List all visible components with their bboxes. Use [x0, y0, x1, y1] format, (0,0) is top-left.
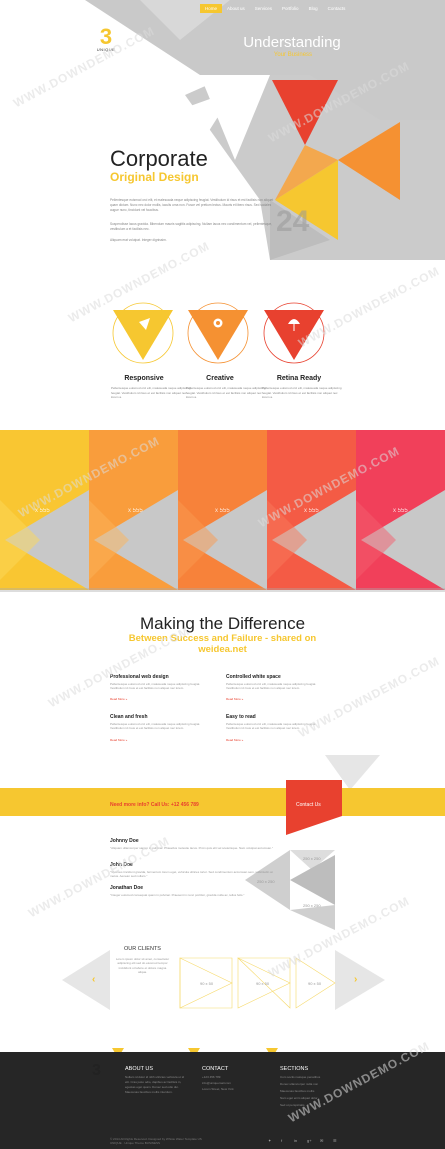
testimonial-text: "Vivamus tincidunt gravida, fermentum lo…	[110, 870, 273, 879]
service-text: Pellentesque euismod orci elit, malesuad…	[226, 722, 317, 731]
testimonial-name: Jonathan Doe	[110, 885, 144, 891]
portfolio-badge[interactable]: x 555	[304, 508, 319, 514]
footer-address: Lorem Street, New York	[202, 1087, 234, 1091]
facebook-icon[interactable]: f	[281, 1138, 282, 1143]
read-more-link[interactable]: Read More »	[110, 697, 127, 701]
big-number: 24	[276, 205, 310, 238]
section-subheading: Original Design	[110, 170, 199, 184]
google-plus-icon[interactable]: g+	[307, 1138, 312, 1143]
nav-services[interactable]: Services	[250, 4, 277, 13]
feature-title-responsive: Responsive	[124, 375, 164, 382]
contact-us-button[interactable]: Contact Us	[296, 802, 321, 808]
prev-arrow-icon[interactable]: ‹	[92, 974, 95, 985]
clients-text: Lorem ipsum dolor sit amet, consectetur …	[115, 957, 170, 975]
site-logo[interactable]: 3 UNIQUE	[95, 24, 117, 53]
feature-text: Pellentesque euismod orci elit, malesuad…	[186, 386, 266, 400]
portfolio-badge[interactable]: x 555	[215, 508, 230, 514]
service-text: Pellentesque euismod orci elit, malesuad…	[110, 682, 201, 691]
service-text: Pellentesque euismod orci elit, malesuad…	[110, 722, 201, 731]
nav-contacts[interactable]: Contacts	[323, 4, 351, 13]
testimonial-text: "Aliquam ullamcorper sapien in pulvinar.…	[110, 846, 274, 850]
intro-paragraph-2: Suspendisse lacus gravida. Bibendum maur…	[110, 222, 273, 231]
footer-logo[interactable]: 3	[92, 1062, 101, 1080]
read-more-link[interactable]: Read More »	[110, 738, 127, 742]
image-placeholder: 250 x 250	[303, 903, 321, 908]
top-nav: Home About us Services Portfolio Blog Co…	[200, 4, 350, 13]
feature-title-creative: Creative	[206, 375, 234, 382]
feature-title-retina: Retina Ready	[276, 375, 322, 382]
service-text: Pellentesque euismod orci elit, malesuad…	[226, 682, 317, 691]
footer-about-text: Nullam id dolor id nibh ultricies vehicu…	[125, 1075, 185, 1094]
read-more-link[interactable]: Read More »	[226, 738, 243, 742]
intro-paragraph-3: Aliquam erat volutpat. Integer dignissim…	[110, 238, 167, 242]
making-title: Making the Difference	[139, 614, 306, 633]
clients-title: OUR CLIENTS	[124, 946, 161, 952]
background-art	[0, 0, 445, 1098]
copyright: © 2014 All Rights Reserved. Designed by …	[110, 1137, 202, 1145]
client-logo[interactable]: 90 x 50	[308, 981, 321, 986]
footer-section-link[interactable]: Sed ut perspiciatis	[280, 1102, 305, 1108]
portfolio-badge[interactable]: x 555	[35, 508, 50, 514]
image-placeholder: 250 x 250	[303, 856, 321, 861]
hero-subtitle: Your Business	[273, 52, 313, 58]
footer-sections-title: SECTIONS	[280, 1066, 309, 1072]
client-logo[interactable]: 90 x 50	[200, 981, 213, 986]
portfolio-badge[interactable]: x 555	[128, 508, 143, 514]
service-title: Clean and fresh	[110, 714, 148, 720]
image-placeholder: 250 x 250	[257, 879, 275, 884]
footer-section-link[interactable]: Nam eget enim aliquet dolor	[280, 1095, 318, 1101]
next-arrow-icon[interactable]: ›	[354, 974, 357, 985]
making-subtitle: Between Success and Failure - shared on …	[128, 633, 317, 655]
nav-home[interactable]: Home	[200, 4, 223, 13]
footer-section-link[interactable]: Maecenas faucibus mollis	[280, 1088, 314, 1094]
feature-text: Pellentesque euismod orci elit, malesuad…	[111, 386, 191, 400]
cta-phone-text: Need more info? Call Us: +12 456 789	[110, 802, 199, 808]
portfolio-badge[interactable]: x 555	[393, 508, 408, 514]
mail-icon[interactable]: ✉	[320, 1138, 323, 1143]
hero-title: Understanding	[243, 34, 341, 51]
testimonial-name: Johnny Doe	[110, 838, 139, 844]
nav-blog[interactable]: Blog	[304, 4, 323, 13]
read-more-link[interactable]: Read More »	[226, 697, 243, 701]
footer-section-link[interactable]: Donec ullamcorper nulla non	[280, 1081, 318, 1087]
service-title: Controlled white space	[226, 674, 281, 680]
client-logo[interactable]: 90 x 50	[256, 981, 269, 986]
footer-about-title: ABOUT US	[125, 1066, 154, 1072]
footer-section-link[interactable]: Cum sociis natoque penatibus	[280, 1074, 320, 1080]
logo-number: 3	[99, 24, 113, 49]
intro-paragraph: Pellentesque euismod orci elit, et males…	[110, 198, 274, 212]
testimonial-name: John Doe	[110, 862, 133, 868]
feature-text: Pellentesque euismod orci elit, malesuad…	[262, 386, 342, 400]
section-heading: Corporate	[110, 146, 208, 171]
rss-icon[interactable]: ☰	[333, 1138, 337, 1143]
nav-about[interactable]: About us	[222, 4, 250, 13]
social-icon[interactable]: ✦	[268, 1138, 271, 1143]
footer-contact-title: CONTACT	[202, 1066, 229, 1072]
logo-word: UNIQUE	[96, 47, 116, 52]
testimonial-text: "Integer euismod consequat quam in pulvi…	[110, 893, 245, 897]
nav-portfolio[interactable]: Portfolio	[277, 4, 304, 13]
service-title: Professional web design	[110, 674, 169, 680]
linkedin-icon[interactable]: in	[294, 1138, 297, 1143]
service-title: Easy to read	[226, 714, 256, 720]
